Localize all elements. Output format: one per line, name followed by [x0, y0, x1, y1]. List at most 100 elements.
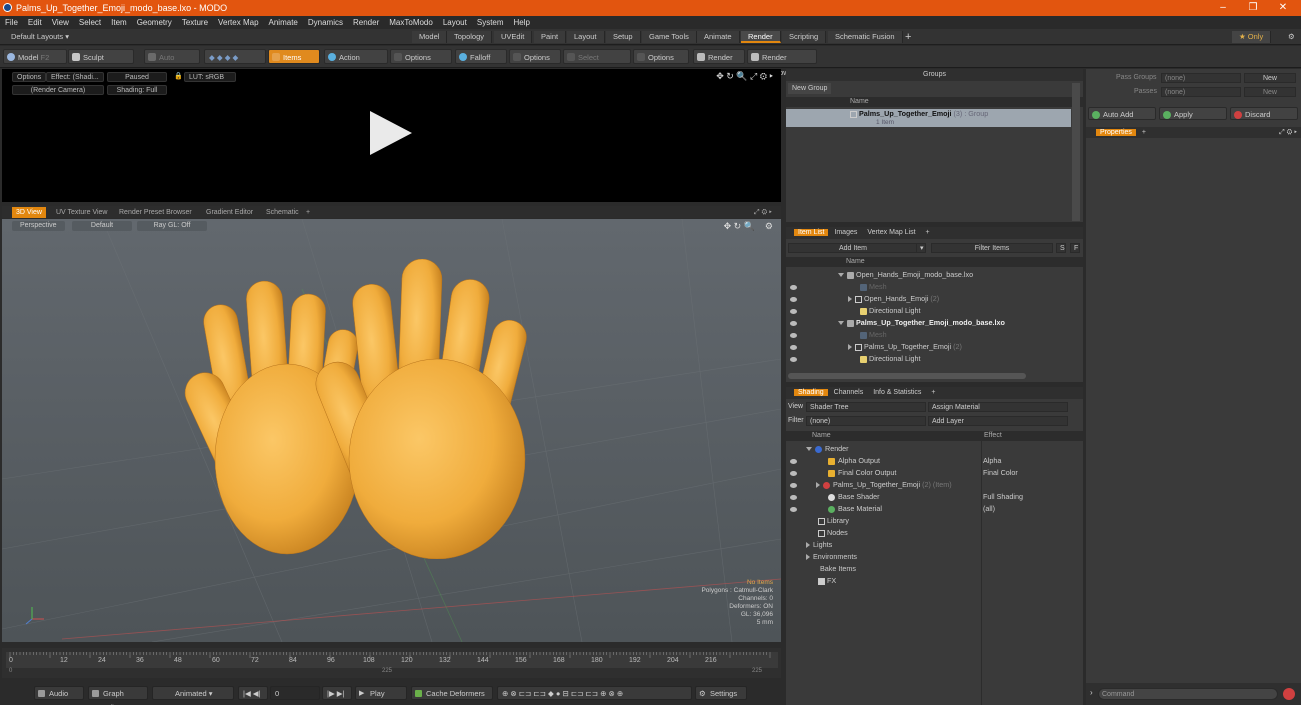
tab-animate[interactable]: Animate — [697, 31, 740, 43]
preview-lut-dropdown[interactable]: LUT: sRGB — [184, 72, 236, 82]
tab-images[interactable]: Images — [830, 229, 861, 236]
preview-effect-dropdown[interactable]: Effect: (Shadi... — [46, 72, 104, 82]
tab-render[interactable]: Render — [741, 31, 781, 43]
shader-row[interactable]: Base Shader Full Shading — [786, 491, 1071, 503]
tab-channels[interactable]: Channels — [830, 389, 868, 396]
menu-maxtomodo[interactable]: MaxToModo — [384, 16, 438, 29]
shader-row[interactable]: Bake Items — [786, 563, 1071, 575]
tab-uv-texture-view[interactable]: UV Texture View — [52, 207, 112, 218]
tab-paint[interactable]: Paint — [534, 31, 567, 43]
preview-nav-icons[interactable]: ✥ ↻ 🔍 ⤢ ⚙ ▸ — [716, 71, 773, 82]
eye-icon[interactable] — [790, 333, 797, 338]
record-icon[interactable] — [1283, 688, 1295, 700]
close-button[interactable]: ✕ — [1268, 0, 1298, 16]
shader-row[interactable]: Nodes — [786, 527, 1071, 539]
tab-game-tools[interactable]: Game Tools — [642, 31, 697, 43]
menu-select[interactable]: Select — [74, 16, 106, 29]
item-row[interactable]: Directional Light — [786, 305, 1071, 317]
preview-shading-dropdown[interactable]: Shading: Full — [107, 85, 167, 95]
eye-icon[interactable] — [790, 297, 797, 302]
only-toggle[interactable]: ★ Only — [1232, 31, 1272, 43]
eye-icon[interactable] — [790, 357, 797, 362]
play-button[interactable]: ▶ Play — [355, 686, 407, 700]
graph-editor-button[interactable]: Graph Editor — [88, 686, 148, 705]
settings-button[interactable]: ⚙ Settings — [695, 686, 747, 700]
timeline[interactable]: 0 12 24 36 48 60 72 84 96 108 120 132 14… — [2, 648, 781, 678]
shader-row[interactable]: Palms_Up_Together_Emoji (2) (Item) — [786, 479, 1071, 491]
cache-deformers-button[interactable]: Cache Deformers — [411, 686, 493, 700]
items-mode-button[interactable]: Items — [268, 49, 320, 64]
assign-material-button[interactable]: Assign Material — [928, 402, 1068, 412]
menu-system[interactable]: System — [472, 16, 509, 29]
viewport-tab-icons[interactable]: ⤢ ⚙ ▸ — [750, 207, 776, 218]
tab-render-preset-browser[interactable]: Render Preset Browser — [115, 207, 196, 218]
tab-scripting[interactable]: Scripting — [782, 31, 827, 43]
shader-row[interactable]: Render — [786, 443, 1071, 455]
item-row[interactable]: Open_Hands_Emoji (2) — [786, 293, 1071, 305]
menu-animate[interactable]: Animate — [264, 16, 303, 29]
action-center-options-button[interactable]: Options — [390, 49, 452, 64]
render-preview[interactable]: Options Effect: (Shadi... Paused 🔒 LUT: … — [2, 69, 781, 202]
animated-dropdown[interactable]: Animated ▾ — [152, 686, 234, 700]
minimize-button[interactable]: – — [1208, 0, 1238, 16]
play-icon[interactable] — [370, 111, 412, 155]
menu-view[interactable]: View — [47, 16, 74, 29]
falloff-button[interactable]: Falloff — [455, 49, 507, 64]
eye-icon[interactable] — [790, 459, 797, 464]
command-input[interactable]: Command — [1098, 688, 1278, 700]
preview-options-button[interactable]: Options — [12, 72, 47, 82]
menu-texture[interactable]: Texture — [177, 16, 213, 29]
tab-item-list[interactable]: Item List — [794, 229, 829, 236]
tab-setup[interactable]: Setup — [606, 31, 641, 43]
add-tab-button[interactable]: + — [898, 31, 918, 43]
select-through-options-button[interactable]: Options — [633, 49, 689, 64]
raygl-dropdown[interactable]: Ray GL: Off — [137, 221, 207, 231]
tab-vertex-map-list[interactable]: Vertex Map List — [863, 229, 919, 236]
default-style-dropdown[interactable]: Default — [72, 221, 132, 231]
menu-vertex-map[interactable]: Vertex Map — [213, 16, 263, 29]
item-row[interactable]: Open_Hands_Emoji_modo_base.lxo — [786, 269, 1071, 281]
eye-icon[interactable] — [790, 285, 797, 290]
frame-input[interactable]: 0 — [270, 686, 320, 700]
action-center-button[interactable]: Action Center — [324, 49, 388, 77]
tab-model[interactable]: Model — [412, 31, 448, 43]
menu-file[interactable]: File — [0, 16, 23, 29]
eye-icon[interactable] — [790, 507, 797, 512]
tab-topology[interactable]: Topology — [447, 31, 493, 43]
3d-viewport[interactable]: Perspective Default Ray GL: Off ✥ ↻ 🔍 ⚙ — [2, 219, 781, 642]
discard-button[interactable]: Discard — [1230, 107, 1298, 120]
shader-row[interactable]: Library — [786, 515, 1071, 527]
eye-icon[interactable] — [790, 309, 797, 314]
shader-row[interactable]: Lights — [786, 539, 1071, 551]
add-panel-tab-button[interactable]: + — [922, 229, 934, 236]
eye-icon[interactable] — [790, 495, 797, 500]
shader-row[interactable]: Alpha Output Alpha — [786, 455, 1071, 467]
viewport-nav-icons[interactable]: ✥ ↻ 🔍 ⚙ — [724, 221, 773, 232]
panel-options-icons[interactable]: ⤢ ⚙ ▸ — [1279, 127, 1297, 138]
component-mode-buttons[interactable]: ◆ ◆ ◆ ◆ — [204, 49, 266, 64]
auto-select-button[interactable]: Auto Select — [144, 49, 200, 77]
chevron-down-icon[interactable]: ▾ — [916, 243, 926, 253]
tab-shading[interactable]: Shading — [794, 389, 828, 396]
item-row[interactable]: Palms_Up_Together_Emoji_modo_base.lxo — [786, 317, 1071, 329]
next-key-buttons[interactable]: |▶ ▶| — [322, 686, 352, 700]
shader-row[interactable]: Base Material (all) — [786, 503, 1071, 515]
item-row[interactable]: Directional Light — [786, 353, 1071, 365]
filter-dropdown[interactable]: (none) — [806, 416, 926, 426]
item-list-scrollbar[interactable] — [788, 373, 1026, 379]
add-item-dropdown[interactable]: Add Item — [788, 243, 918, 253]
item-row[interactable]: Palms_Up_Together_Emoji (2) — [786, 341, 1071, 353]
falloff-options-button[interactable]: Options — [509, 49, 561, 64]
perspective-dropdown[interactable]: Perspective — [12, 221, 65, 231]
sculpt-button[interactable]: Sculpt — [68, 49, 134, 64]
menu-layout[interactable]: Layout — [438, 16, 472, 29]
eye-icon[interactable] — [790, 483, 797, 488]
item-row[interactable]: Mesh — [786, 329, 1071, 341]
tab-info-statistics[interactable]: Info & Statistics — [869, 389, 925, 396]
eye-icon[interactable] — [790, 471, 797, 476]
menu-render[interactable]: Render — [348, 16, 384, 29]
tab-schematic[interactable]: Schematic — [262, 207, 303, 218]
new-group-button[interactable]: New Group — [788, 83, 832, 94]
default-layouts-dropdown[interactable]: Default Layouts ▾ — [4, 31, 76, 43]
preview-camera-dropdown[interactable]: (Render Camera) — [12, 85, 104, 95]
